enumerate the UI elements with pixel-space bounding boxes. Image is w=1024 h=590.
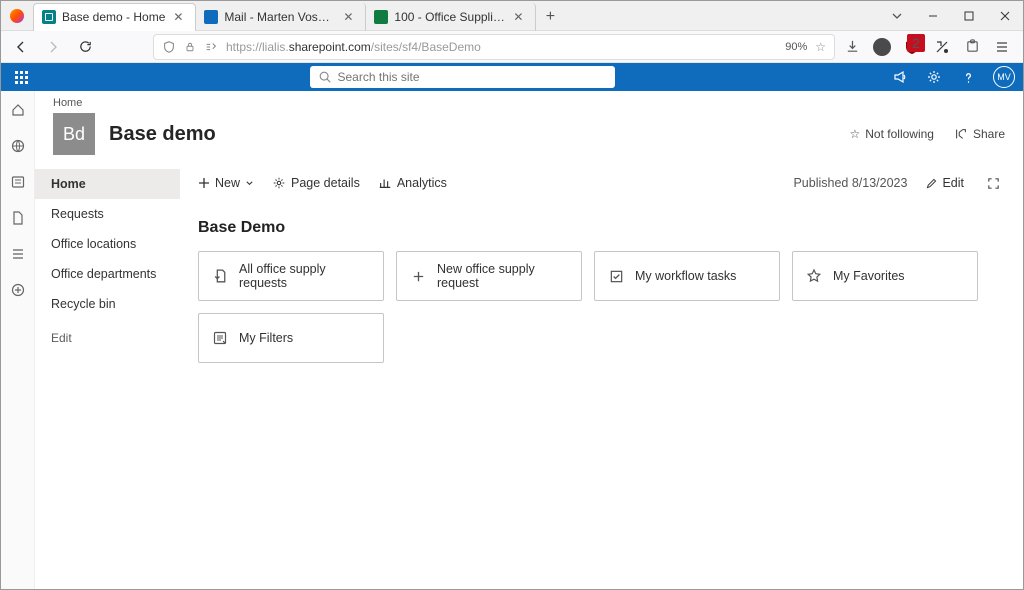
browser-urlbar: https://lialis.sharepoint.com/sites/sf4/… (1, 31, 1023, 63)
new-tab-button[interactable]: + (536, 3, 564, 31)
rail-lists-icon[interactable] (9, 245, 27, 263)
plus-icon (409, 267, 427, 285)
close-icon[interactable]: ✕ (171, 10, 185, 24)
nav-item-recycle-bin[interactable]: Recycle bin (35, 289, 180, 319)
minimize-button[interactable] (915, 1, 951, 31)
app-menu-icon[interactable] (993, 38, 1011, 56)
close-icon[interactable]: ✕ (511, 10, 525, 24)
tile-label: My Favorites (833, 269, 965, 283)
share-icon (954, 127, 968, 141)
close-icon[interactable]: ✕ (341, 10, 355, 24)
star-icon (805, 267, 823, 285)
nav-edit-link[interactable]: Edit (35, 323, 180, 353)
tile-label: New office supply request (437, 262, 569, 290)
filter-list-icon (211, 329, 229, 347)
gear-icon[interactable] (925, 68, 943, 86)
outlook-favicon (204, 10, 218, 24)
account-icon[interactable] (873, 38, 891, 56)
user-avatar[interactable]: MV (993, 66, 1015, 88)
browser-titlebar: Base demo - Home ✕ Mail - Marten Vosmer … (1, 1, 1023, 31)
star-icon: ☆ (850, 127, 861, 141)
search-icon (318, 70, 332, 84)
breadcrumb[interactable]: Home (35, 91, 1023, 109)
tile-label: My workflow tasks (635, 269, 767, 283)
page-title: Base Demo (198, 219, 1005, 237)
extensions-menu-icon[interactable] (963, 38, 981, 56)
analytics-button[interactable]: Analytics (378, 176, 447, 190)
extension-icon[interactable] (933, 38, 951, 56)
firefox-icon (1, 9, 33, 23)
tab-label: 100 - Office Supplies Approval (394, 10, 505, 24)
rail-files-icon[interactable] (9, 209, 27, 227)
edit-page-button[interactable]: Edit (925, 176, 964, 190)
search-input[interactable] (338, 70, 607, 84)
new-button[interactable]: New (198, 176, 254, 190)
maximize-button[interactable] (951, 1, 987, 31)
rail-home-icon[interactable] (9, 101, 27, 119)
page-details-button[interactable]: Page details (272, 176, 360, 190)
plus-icon (198, 177, 210, 189)
browser-tabs: Base demo - Home ✕ Mail - Marten Vosmer … (33, 1, 564, 31)
downloads-icon[interactable] (843, 38, 861, 56)
zoom-level[interactable]: 90% (785, 41, 807, 53)
permissions-icon (204, 40, 218, 54)
command-bar: New Page details Analytics Published 8/1… (198, 165, 1005, 201)
app-launcher-icon[interactable] (9, 65, 33, 89)
site-header: Bd Base demo ☆ Not following Share (35, 109, 1023, 165)
back-button[interactable] (9, 35, 33, 59)
published-label: Published 8/13/2023 (793, 176, 907, 190)
tile-new-request[interactable]: New office supply request (396, 251, 582, 301)
sharepoint-favicon (374, 10, 388, 24)
tile-filters[interactable]: My Filters (198, 313, 384, 363)
url-text: https://lialis.sharepoint.com/sites/sf4/… (226, 40, 777, 54)
lock-icon (184, 41, 196, 53)
sharepoint-favicon (42, 10, 56, 24)
bookmark-icon[interactable]: ☆ (815, 40, 826, 54)
close-button[interactable] (987, 1, 1023, 31)
reload-button[interactable] (73, 35, 97, 59)
shield-icon (162, 40, 176, 54)
tile-label: My Filters (239, 331, 371, 345)
help-icon[interactable] (959, 68, 977, 86)
nav-item-office-locations[interactable]: Office locations (35, 229, 180, 259)
analytics-icon (378, 176, 392, 190)
checkbox-icon (607, 267, 625, 285)
ublock-icon[interactable]: 2 (903, 38, 921, 56)
rail-create-icon[interactable] (9, 281, 27, 299)
tile-workflow-tasks[interactable]: My workflow tasks (594, 251, 780, 301)
tile-favorites[interactable]: My Favorites (792, 251, 978, 301)
rail-news-icon[interactable] (9, 173, 27, 191)
gear-icon (272, 176, 286, 190)
app-rail (1, 91, 35, 589)
rail-global-icon[interactable] (9, 137, 27, 155)
pencil-icon (925, 177, 938, 190)
tab-dropdown-icon[interactable] (879, 1, 915, 31)
address-bar[interactable]: https://lialis.sharepoint.com/sites/sf4/… (153, 34, 835, 60)
share-button[interactable]: Share (954, 127, 1005, 141)
megaphone-icon[interactable] (891, 68, 909, 86)
expand-icon[interactable] (982, 176, 1005, 191)
browser-tab-2[interactable]: 100 - Office Supplies Approval ✕ (366, 3, 536, 31)
browser-tab-0[interactable]: Base demo - Home ✕ (33, 3, 196, 31)
browser-tab-1[interactable]: Mail - Marten Vosmer - Outlook ✕ (196, 3, 366, 31)
tile-label: All office supply requests (239, 262, 371, 290)
document-arrow-icon (211, 267, 229, 285)
forward-button[interactable] (41, 35, 65, 59)
tile-all-requests[interactable]: All office supply requests (198, 251, 384, 301)
search-box[interactable] (310, 66, 615, 88)
site-logo[interactable]: Bd (53, 113, 95, 155)
site-title: Base demo (109, 123, 216, 146)
left-nav: Home Requests Office locations Office de… (35, 165, 180, 589)
tab-label: Base demo - Home (62, 10, 165, 24)
tab-label: Mail - Marten Vosmer - Outlook (224, 10, 335, 24)
nav-item-home[interactable]: Home (35, 169, 180, 199)
chevron-down-icon (245, 179, 254, 188)
nav-item-office-departments[interactable]: Office departments (35, 259, 180, 289)
follow-button[interactable]: ☆ Not following (850, 127, 934, 141)
sharepoint-suite-bar: MV (1, 63, 1023, 91)
nav-item-requests[interactable]: Requests (35, 199, 180, 229)
quick-links: All office supply requests New office su… (198, 251, 1005, 363)
